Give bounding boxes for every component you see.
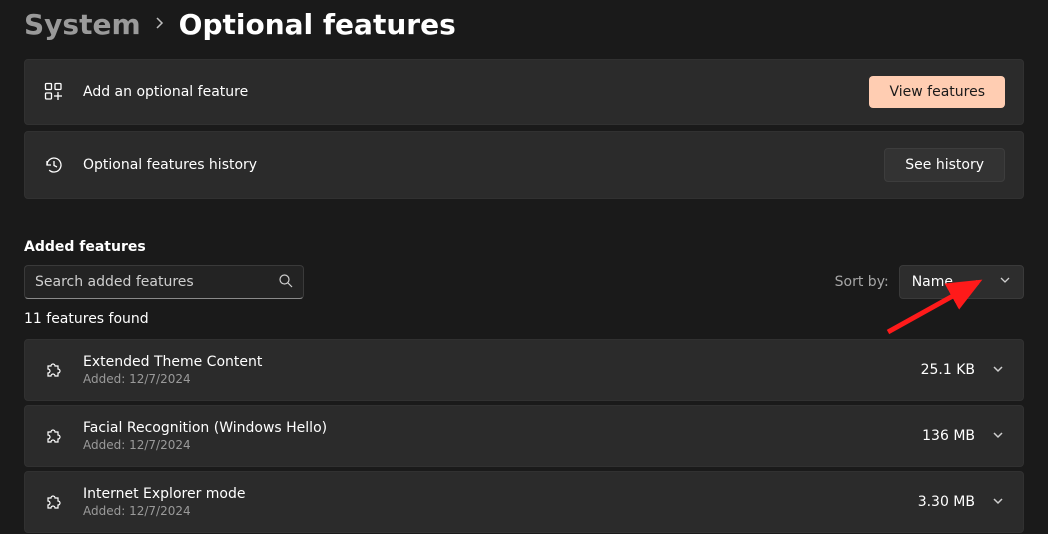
feature-added-date: Added: 12/7/2024 — [83, 372, 921, 386]
add-grid-icon — [43, 81, 65, 103]
feature-row[interactable]: Facial Recognition (Windows Hello) Added… — [24, 405, 1024, 467]
breadcrumb-parent[interactable]: System — [24, 8, 141, 41]
sort-value: Name — [912, 274, 953, 290]
breadcrumb: System Optional features — [24, 0, 1024, 59]
add-feature-label: Add an optional feature — [83, 84, 869, 100]
search-input[interactable] — [35, 274, 278, 290]
chevron-down-icon — [999, 274, 1011, 290]
feature-name: Extended Theme Content — [83, 354, 921, 370]
feature-added-date: Added: 12/7/2024 — [83, 504, 918, 518]
feature-size: 3.30 MB — [918, 494, 975, 510]
view-features-button[interactable]: View features — [869, 76, 1005, 108]
feature-size: 25.1 KB — [921, 362, 975, 378]
features-count: 11 features found — [24, 311, 1024, 327]
added-features-heading: Added features — [24, 239, 1024, 255]
chevron-down-icon — [991, 493, 1005, 512]
feature-added-date: Added: 12/7/2024 — [83, 438, 922, 452]
puzzle-icon — [43, 425, 65, 447]
chevron-down-icon — [991, 427, 1005, 446]
feature-list: Extended Theme Content Added: 12/7/2024 … — [24, 339, 1024, 533]
history-label: Optional features history — [83, 157, 884, 173]
add-feature-row: Add an optional feature View features — [24, 59, 1024, 125]
chevron-right-icon — [155, 15, 165, 34]
search-icon — [278, 273, 293, 292]
feature-size: 136 MB — [922, 428, 975, 444]
feature-name: Internet Explorer mode — [83, 486, 918, 502]
feature-name: Facial Recognition (Windows Hello) — [83, 420, 922, 436]
sort-dropdown[interactable]: Name — [899, 265, 1024, 299]
breadcrumb-current: Optional features — [179, 8, 456, 41]
history-row: Optional features history See history — [24, 131, 1024, 199]
sort-label: Sort by: — [835, 274, 889, 290]
puzzle-icon — [43, 359, 65, 381]
chevron-down-icon — [991, 361, 1005, 380]
feature-row[interactable]: Extended Theme Content Added: 12/7/2024 … — [24, 339, 1024, 401]
search-input-wrap[interactable] — [24, 265, 304, 299]
see-history-button[interactable]: See history — [884, 148, 1005, 182]
history-icon — [43, 154, 65, 176]
feature-row[interactable]: Internet Explorer mode Added: 12/7/2024 … — [24, 471, 1024, 533]
puzzle-icon — [43, 491, 65, 513]
